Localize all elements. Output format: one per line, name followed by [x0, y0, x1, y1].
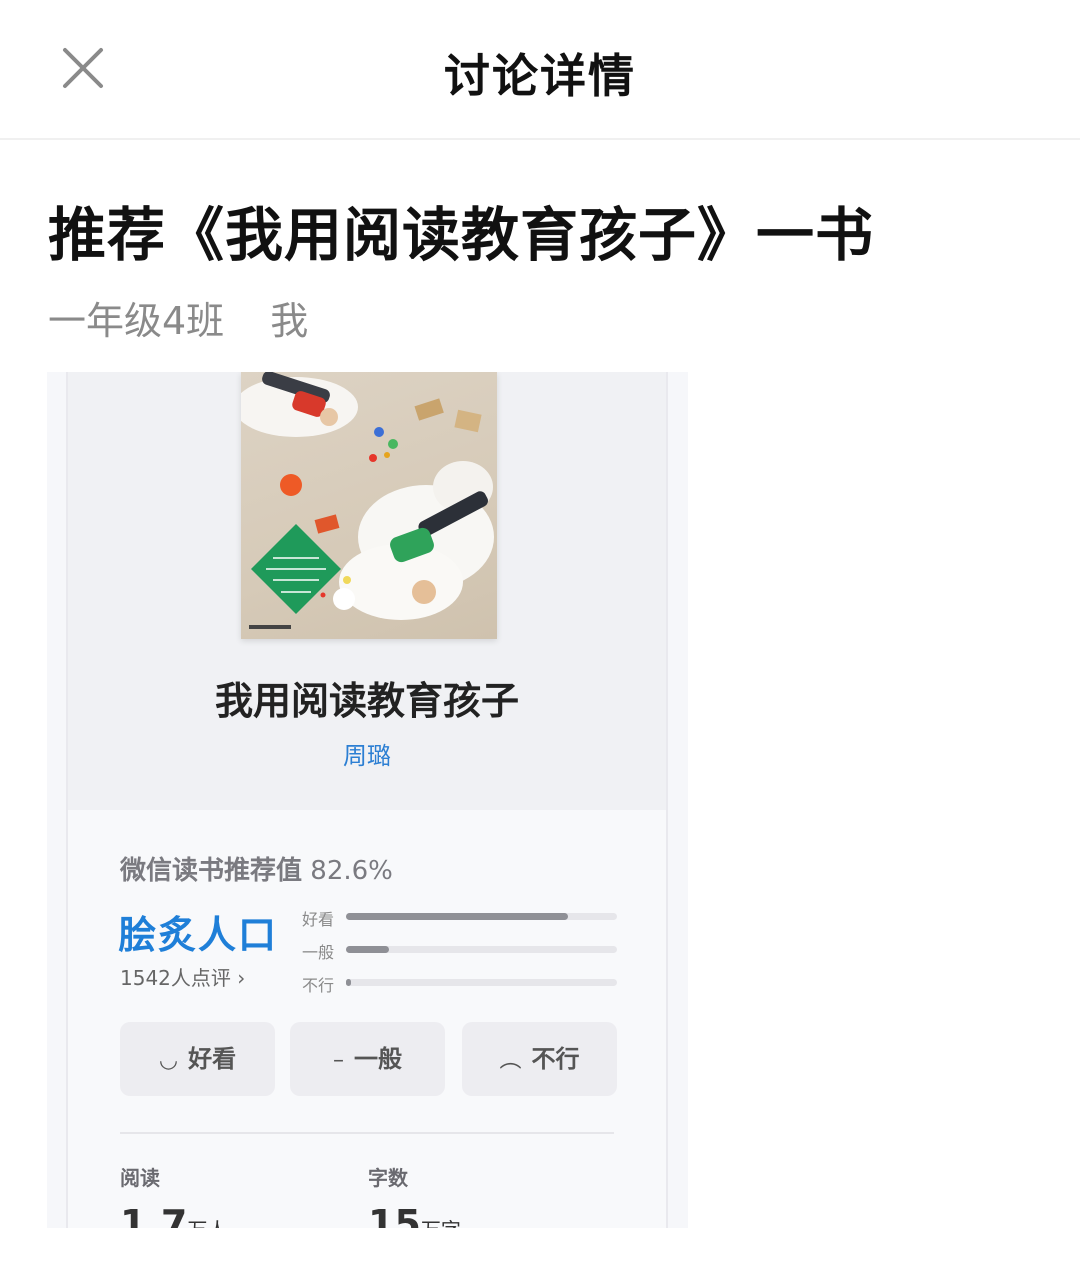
- bar-fill: [346, 913, 569, 920]
- divider: [120, 1132, 614, 1134]
- frown-icon: ︵: [499, 1048, 522, 1073]
- post-meta: 一年级4班 我: [48, 290, 342, 345]
- recommend-verdict: 脍炙人口: [118, 913, 279, 957]
- bar-row-good: 好看: [302, 904, 632, 937]
- bar-fill: [346, 946, 390, 953]
- book-card-inner: 我用阅读教育孩子 周璐 微信读书推荐值 82.6% 脍炙人口 1542人点评 ›…: [66, 372, 668, 1228]
- class-name[interactable]: 一年级4班: [48, 299, 224, 343]
- page-title: 讨论详情: [444, 49, 636, 103]
- bar-fill: [346, 979, 352, 986]
- book-cover-illustration: [234, 372, 494, 629]
- rate-label: 不行: [531, 1045, 580, 1073]
- book-author[interactable]: 周璐: [68, 736, 666, 771]
- bar-label: 一般: [302, 943, 335, 962]
- reads-value: 1.7万人: [120, 1202, 227, 1228]
- review-count-link[interactable]: 1542人点评 ›: [120, 962, 245, 991]
- rate-ok-button[interactable]: – 一般: [290, 1022, 445, 1096]
- book-cover[interactable]: [234, 372, 497, 639]
- recommend-value: 82.6%: [310, 856, 393, 886]
- bar-row-ok: 一般: [302, 937, 632, 970]
- rate-label: 好看: [188, 1045, 237, 1073]
- shared-book-card[interactable]: 我用阅读教育孩子 周璐 微信读书推荐值 82.6% 脍炙人口 1542人点评 ›…: [47, 372, 688, 1228]
- discussion-title: 推荐《我用阅读教育孩子》一书: [48, 201, 875, 269]
- rate-bad-button[interactable]: ︵ 不行: [462, 1022, 617, 1096]
- post-author[interactable]: 我: [270, 299, 308, 343]
- rating-bars: 好看 一般 不行: [302, 904, 632, 1003]
- rate-label: 一般: [354, 1045, 402, 1073]
- nav-bar: 讨论详情: [0, 0, 1080, 140]
- reads-label: 阅读: [120, 1166, 160, 1190]
- book-header: 我用阅读教育孩子 周璐: [68, 372, 666, 810]
- chevron-right-icon: ›: [237, 966, 246, 990]
- book-title: 我用阅读教育孩子: [214, 678, 519, 723]
- rate-good-button[interactable]: ◡ 好看: [120, 1022, 275, 1096]
- review-count: 1542人点评: [120, 966, 231, 990]
- neutral-face-icon: –: [333, 1048, 344, 1073]
- words-label: 字数: [368, 1166, 408, 1190]
- bar-row-bad: 不行: [302, 970, 632, 1003]
- bar-label: 好看: [302, 910, 335, 929]
- recommend-label-prefix: 微信读书推荐值: [120, 856, 303, 886]
- bar-label: 不行: [302, 976, 335, 995]
- recommend-label: 微信读书推荐值 82.6%: [120, 850, 393, 887]
- smile-icon: ◡: [158, 1048, 179, 1073]
- words-value: 15万字: [368, 1202, 461, 1228]
